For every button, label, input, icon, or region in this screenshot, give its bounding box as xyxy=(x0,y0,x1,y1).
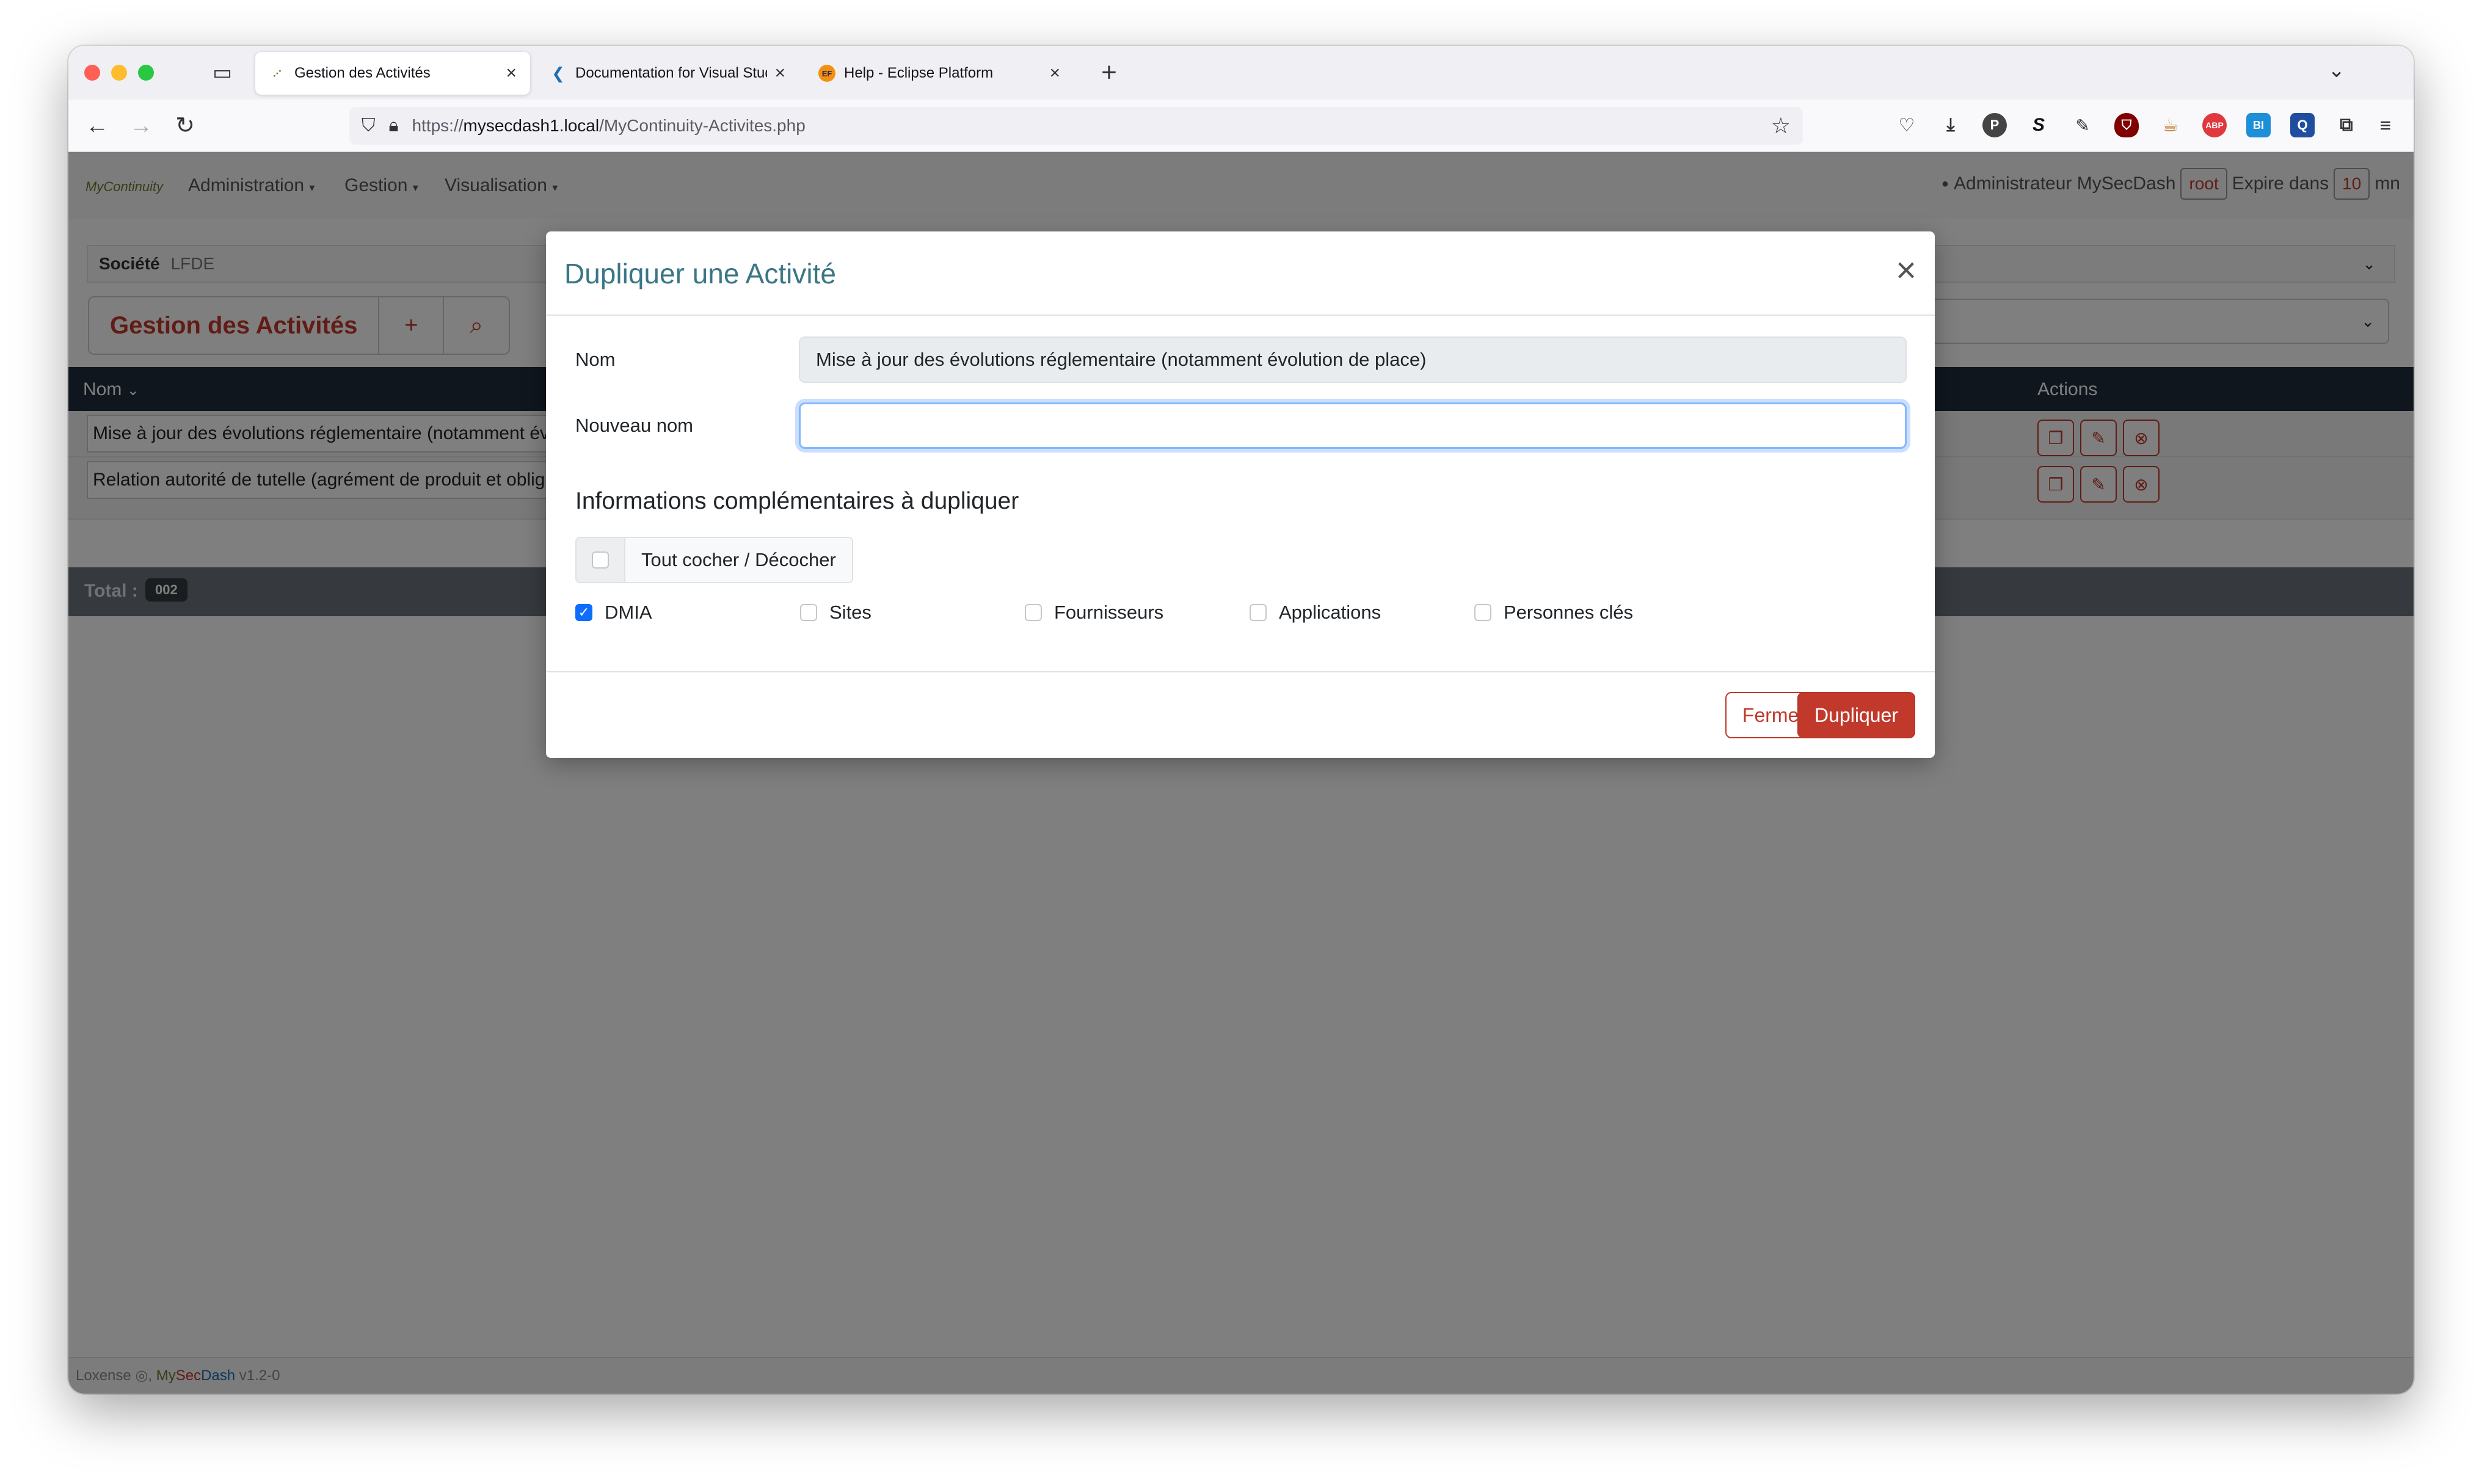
dupliquer-button[interactable]: Dupliquer xyxy=(1797,692,1915,738)
shield-icon[interactable]: ⛉ xyxy=(362,115,376,136)
extensions-puzzle-icon[interactable]: ⧉ xyxy=(2334,113,2359,137)
close-tab-icon[interactable]: × xyxy=(1049,63,1060,84)
checkbox-icon[interactable] xyxy=(1474,604,1491,621)
toggle-all-checkbox[interactable] xyxy=(577,538,625,582)
close-window-button[interactable] xyxy=(84,65,100,81)
close-icon[interactable]: × xyxy=(1896,252,1916,289)
option-label: Applications xyxy=(1279,602,1381,623)
url-bar[interactable]: ⛉ 🔒︎ https://mysecdash1.local/MyContinui… xyxy=(349,107,1803,145)
mycontinuity-favicon-icon: ⋰ xyxy=(273,68,282,78)
nom-readonly-field: Mise à jour des évolutions réglementaire… xyxy=(799,336,1907,383)
option-label: Fournisseurs xyxy=(1054,602,1164,623)
close-tab-icon[interactable]: × xyxy=(774,63,785,84)
complementary-info-heading: Informations complémentaires à dupliquer xyxy=(575,488,1019,514)
lock-icon[interactable]: 🔒︎ xyxy=(389,115,399,136)
modal-title: Dupliquer une Activité xyxy=(564,258,836,289)
nom-label: Nom xyxy=(575,349,616,370)
option-label: Personnes clés xyxy=(1504,602,1633,623)
q-extension-icon[interactable]: Q xyxy=(2290,113,2315,137)
bi-extension-icon[interactable]: BI xyxy=(2246,113,2271,137)
checkbox-icon xyxy=(592,551,609,569)
modal-header: Dupliquer une Activité × xyxy=(546,231,1935,316)
ublock-shield-icon[interactable]: ⛉ xyxy=(2114,113,2139,137)
back-arrow-icon[interactable]: ← xyxy=(83,112,111,140)
eyedropper-icon[interactable]: ✎ xyxy=(2070,113,2095,137)
tab-bar: ▭ ⋰ Gestion des Activités × ❮ Documentat… xyxy=(68,46,2414,100)
close-tab-icon[interactable]: × xyxy=(506,63,517,84)
page-content: MyContinuity Administration ▾ Gestion ▾ … xyxy=(68,152,2414,1394)
minimize-window-button[interactable] xyxy=(111,65,127,81)
nouveau-nom-input[interactable] xyxy=(799,402,1907,449)
tab-list-icon[interactable]: ▭ xyxy=(210,60,235,85)
option-dmia[interactable]: ✓ DMIA xyxy=(575,602,652,624)
option-personnes-cles[interactable]: Personnes clés xyxy=(1474,602,1633,624)
option-applications[interactable]: Applications xyxy=(1250,602,1381,624)
vscode-favicon-icon: ❮ xyxy=(551,64,565,82)
cookie-extension-icon[interactable]: ☕ xyxy=(2158,113,2183,137)
tab-vscode-docs[interactable]: ❮ Documentation for Visual Studio Code × xyxy=(536,52,799,95)
modal-footer: Fermer Dupliquer xyxy=(546,671,1935,758)
hamburger-menu-icon[interactable]: ≡ xyxy=(2373,113,2398,137)
reload-icon[interactable]: ↻ xyxy=(171,112,199,140)
tab-title: Gestion des Activités xyxy=(294,65,431,81)
tab-title: Documentation for Visual Studio Code xyxy=(575,65,767,81)
s-extension-icon[interactable]: S xyxy=(2026,113,2051,137)
zoom-window-button[interactable] xyxy=(138,65,154,81)
option-label: DMIA xyxy=(605,602,652,623)
checkbox-icon[interactable] xyxy=(1025,604,1042,621)
downloads-icon[interactable]: ⤓ xyxy=(1938,113,1963,137)
option-sites[interactable]: Sites xyxy=(800,602,872,624)
toggle-all-checkbox-group[interactable]: Tout cocher / Décocher xyxy=(575,537,853,583)
list-all-tabs-icon[interactable]: ⌄ xyxy=(2328,58,2346,82)
forward-arrow-icon[interactable]: → xyxy=(127,112,155,140)
eclipse-favicon-icon: EF xyxy=(818,65,835,82)
browser-window: ▭ ⋰ Gestion des Activités × ❮ Documentat… xyxy=(68,46,2414,1394)
option-fournisseurs[interactable]: Fournisseurs xyxy=(1025,602,1163,624)
nouveau-nom-label: Nouveau nom xyxy=(575,415,694,436)
tab-eclipse-help[interactable]: EF Help - Eclipse Platform × xyxy=(805,52,1074,95)
pocket-icon[interactable]: ♡ xyxy=(1894,113,1919,137)
option-label: Sites xyxy=(829,602,872,623)
new-tab-button[interactable]: + xyxy=(1092,56,1126,90)
p-extension-icon[interactable]: P xyxy=(1982,113,2007,137)
navigation-bar: ← → ↻ ⛉ 🔒︎ https://mysecdash1.local/MyCo… xyxy=(68,100,2414,152)
bookmark-star-icon[interactable]: ☆ xyxy=(1771,113,1791,139)
checkbox-icon[interactable] xyxy=(800,604,817,621)
checkbox-checked-icon[interactable]: ✓ xyxy=(575,604,592,621)
url-text[interactable]: https://mysecdash1.local/MyContinuity-Ac… xyxy=(412,116,805,136)
checkbox-icon[interactable] xyxy=(1250,604,1267,621)
tab-gestion-activites[interactable]: ⋰ Gestion des Activités × xyxy=(255,52,530,95)
toggle-all-label[interactable]: Tout cocher / Décocher xyxy=(625,538,852,582)
duplicate-activity-modal: Dupliquer une Activité × Nom Mise à jour… xyxy=(546,231,1935,758)
tab-title: Help - Eclipse Platform xyxy=(844,65,994,81)
adblock-plus-icon[interactable]: ABP xyxy=(2202,113,2227,137)
